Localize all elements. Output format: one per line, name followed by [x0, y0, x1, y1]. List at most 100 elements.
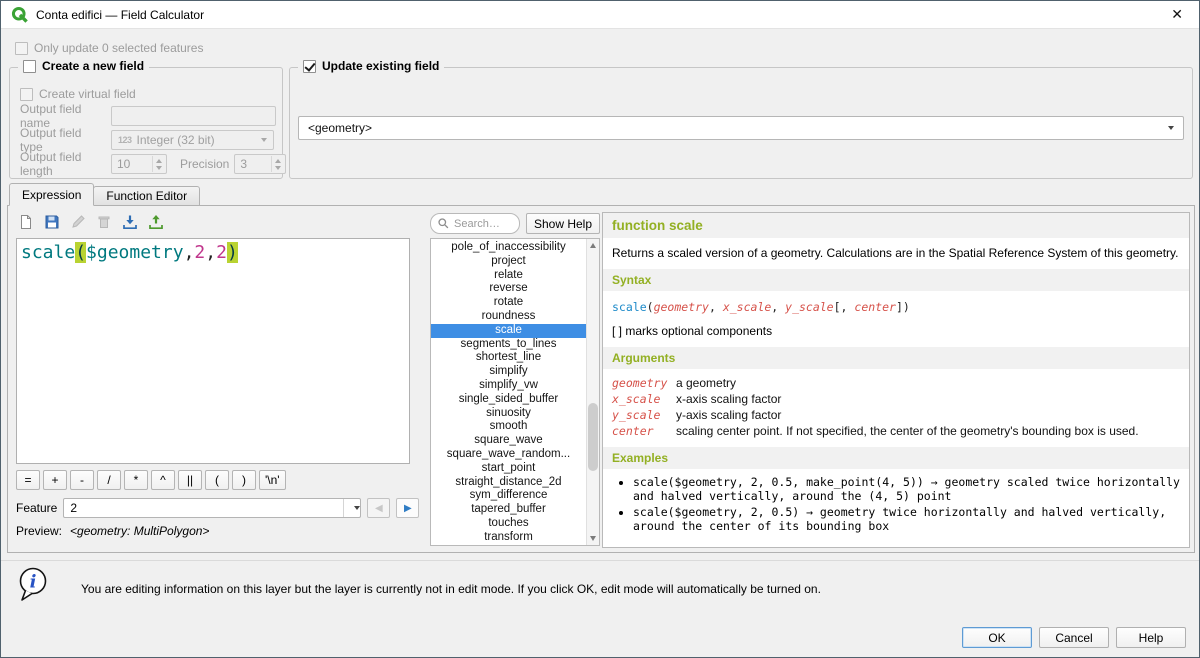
output-field-name-row: Output field name: [20, 106, 274, 126]
feature-combo-button[interactable]: [343, 499, 360, 517]
function-list-item[interactable]: shortest_line: [431, 351, 586, 365]
create-virtual-field-row: Create virtual field: [20, 84, 274, 104]
tab-expression[interactable]: Expression: [9, 183, 94, 206]
dialog-buttons: OK Cancel Help: [962, 627, 1186, 648]
import-expressions-button[interactable]: [118, 211, 142, 233]
create-new-field-label: Create a new field: [42, 59, 144, 73]
chevron-down-icon: [1168, 126, 1174, 130]
operator-button[interactable]: +: [43, 470, 67, 490]
update-existing-field-label: Update existing field: [322, 59, 439, 73]
operator-button[interactable]: *: [124, 470, 148, 490]
precision-label: Precision: [180, 157, 229, 171]
cancel-button[interactable]: Cancel: [1039, 627, 1109, 648]
arguments-table: geometrya geometryx_scalex-axis scaling …: [603, 369, 1189, 447]
output-field-length-row: Output field length 10 Precision 3: [20, 154, 274, 174]
edit-expression-button[interactable]: [66, 211, 90, 233]
operator-button[interactable]: =: [16, 470, 40, 490]
save-icon: [44, 214, 60, 230]
argument-name: center: [612, 424, 676, 438]
function-list-item[interactable]: project: [431, 255, 586, 269]
only-update-checkbox[interactable]: Only update 0 selected features: [15, 41, 203, 55]
function-list-item[interactable]: smooth: [431, 420, 586, 434]
function-help-panel: function scale Returns a scaled version …: [602, 212, 1190, 548]
create-new-field-checkbox[interactable]: Create a new field: [18, 59, 149, 73]
function-list-item[interactable]: straight_distance_2d: [431, 476, 586, 490]
spinner-arrows-icon: [152, 156, 165, 172]
expression-toolbar: [14, 211, 168, 233]
existing-field-combo[interactable]: <geometry>: [298, 116, 1184, 140]
function-list-item[interactable]: single_sided_buffer: [431, 393, 586, 407]
operator-button[interactable]: ||: [178, 470, 202, 490]
only-update-label: Only update 0 selected features: [34, 41, 203, 55]
save-expression-button[interactable]: [40, 211, 64, 233]
search-input[interactable]: [454, 218, 513, 230]
only-update-checkbox-box: [15, 42, 28, 55]
function-list-item[interactable]: touches: [431, 517, 586, 531]
operator-button[interactable]: (: [205, 470, 229, 490]
function-list-item[interactable]: square_wave: [431, 434, 586, 448]
delete-expression-button[interactable]: [92, 211, 116, 233]
function-list-item[interactable]: rotate: [431, 296, 586, 310]
scrollbar-thumb[interactable]: [588, 403, 598, 471]
function-list-item[interactable]: segments_to_lines: [431, 338, 586, 352]
example-item: scale($geometry, 2, 0.5) → geometry twic…: [633, 505, 1180, 533]
function-list-item[interactable]: relate: [431, 269, 586, 283]
feature-selector[interactable]: 2: [63, 498, 361, 518]
function-list-container: pole_of_inaccessibilityprojectrelatereve…: [430, 238, 600, 546]
tab-function-editor[interactable]: Function Editor: [93, 186, 200, 206]
import-down-arrow-icon: [122, 214, 138, 230]
titlebar: Conta edifici — Field Calculator ✕: [1, 1, 1199, 29]
feature-label: Feature: [16, 501, 57, 515]
function-list: pole_of_inaccessibilityprojectrelatereve…: [431, 239, 586, 545]
new-file-icon: [18, 214, 34, 230]
function-list-item[interactable]: pole_of_inaccessibility: [431, 241, 586, 255]
function-search[interactable]: [430, 213, 520, 234]
expression-editor[interactable]: scale($geometry,2,2): [16, 238, 410, 464]
output-field-length-spinner[interactable]: 10: [111, 154, 167, 174]
next-feature-button[interactable]: ▶: [396, 498, 419, 518]
precision-spinner[interactable]: 3: [234, 154, 286, 174]
operator-button[interactable]: -: [70, 470, 94, 490]
examples-heading: Examples: [603, 447, 1189, 469]
help-button[interactable]: Help: [1116, 627, 1186, 648]
function-list-item[interactable]: reverse: [431, 282, 586, 296]
function-list-item[interactable]: tapered_buffer: [431, 503, 586, 517]
function-list-item[interactable]: roundness: [431, 310, 586, 324]
show-help-button[interactable]: Show Help: [526, 213, 600, 234]
ok-button[interactable]: OK: [962, 627, 1032, 648]
new-expression-button[interactable]: [14, 211, 38, 233]
argument-name: geometry: [612, 376, 676, 390]
chevron-down-icon: [261, 138, 267, 142]
close-button[interactable]: ✕: [1165, 4, 1189, 25]
operator-button[interactable]: /: [97, 470, 121, 490]
function-list-item[interactable]: simplify: [431, 365, 586, 379]
spinner-arrows-icon: [271, 156, 284, 172]
function-list-scrollbar[interactable]: [586, 239, 599, 545]
function-list-item[interactable]: start_point: [431, 462, 586, 476]
scrollbar-up-arrow[interactable]: [587, 239, 599, 252]
syntax-heading: Syntax: [603, 269, 1189, 291]
function-list-item[interactable]: square_wave_random...: [431, 448, 586, 462]
update-existing-field-group: Update existing field <geometry>: [289, 67, 1193, 179]
function-list-item[interactable]: transform: [431, 531, 586, 545]
update-existing-field-checkbox[interactable]: Update existing field: [298, 59, 444, 73]
chevron-down-icon: [354, 506, 360, 510]
scrollbar-track[interactable]: [587, 252, 599, 532]
function-list-item[interactable]: sinuosity: [431, 407, 586, 421]
output-field-type-combo[interactable]: 123 Integer (32 bit): [111, 130, 274, 150]
output-field-name-input[interactable]: [111, 106, 276, 126]
previous-feature-button[interactable]: ◀: [367, 498, 390, 518]
field-calculator-window: Conta edifici — Field Calculator ✕ Only …: [0, 0, 1200, 658]
preview-value: <geometry: MultiPolygon>: [70, 524, 209, 538]
operator-button[interactable]: '\n': [259, 470, 286, 490]
scrollbar-down-arrow[interactable]: [587, 532, 599, 545]
function-list-item[interactable]: scale: [431, 324, 586, 338]
preview-label: Preview:: [16, 524, 62, 538]
operator-button[interactable]: ): [232, 470, 256, 490]
function-list-item[interactable]: sym_difference: [431, 489, 586, 503]
export-expressions-button[interactable]: [144, 211, 168, 233]
operator-button[interactable]: ^: [151, 470, 175, 490]
info-icon: i: [17, 566, 51, 604]
create-virtual-field-checkbox[interactable]: Create virtual field: [20, 87, 136, 101]
function-list-item[interactable]: simplify_vw: [431, 379, 586, 393]
